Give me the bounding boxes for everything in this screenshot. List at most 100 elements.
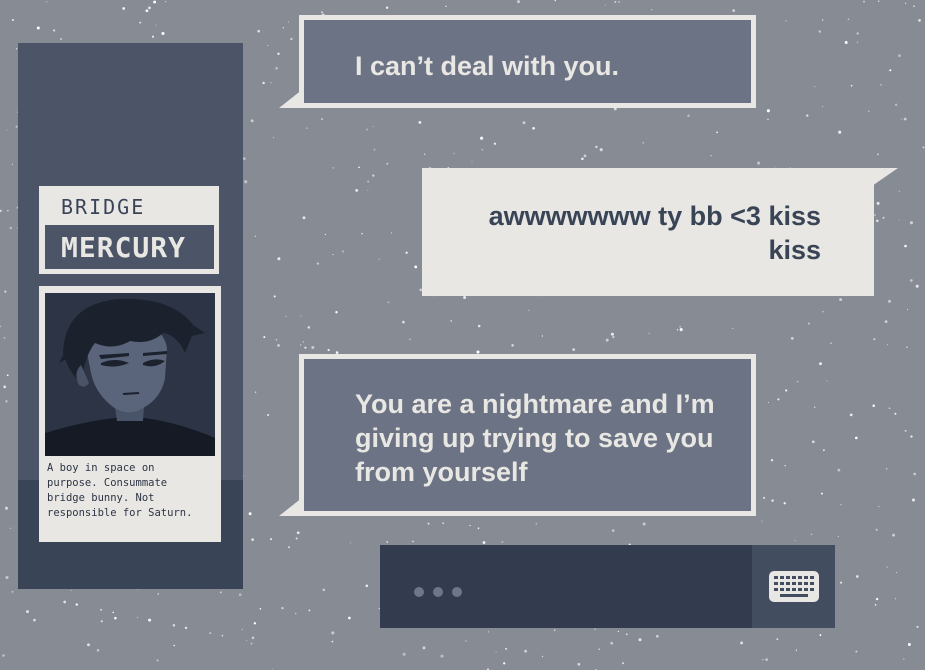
star-dot (679, 326, 681, 328)
star-dot (358, 166, 360, 169)
star-dot (100, 620, 103, 623)
star-dot (285, 315, 287, 318)
star-dot (238, 593, 242, 597)
star-dot (386, 541, 389, 543)
star-dot (114, 616, 117, 620)
star-dot (795, 649, 798, 651)
star-dot (321, 11, 323, 13)
star-dot (898, 219, 900, 221)
star-dot (6, 129, 8, 131)
star-dot (687, 114, 690, 117)
star-dot (36, 26, 40, 30)
star-dot (906, 308, 909, 311)
star-dot (365, 128, 368, 131)
star-dot (642, 142, 644, 144)
star-dot (251, 636, 255, 640)
star-dot (308, 609, 311, 612)
star-dot (332, 167, 335, 169)
star-dot (139, 21, 142, 24)
star-dot (367, 180, 370, 183)
star-dot (876, 201, 880, 205)
character-portrait (45, 293, 215, 456)
star-dot (900, 118, 903, 120)
star-dot (876, 153, 879, 156)
star-dot (605, 338, 609, 342)
typing-dot (452, 587, 462, 597)
star-dot (157, 593, 159, 595)
star-dot (625, 633, 628, 636)
star-dot (838, 130, 842, 134)
star-dot (882, 216, 885, 219)
star-dot (263, 336, 266, 339)
star-dot (402, 320, 405, 324)
star-dot (898, 54, 901, 58)
star-dot (618, 1, 620, 3)
player-message-text: awwwwwww ty bb <3 kiss kiss (488, 201, 821, 265)
bubble-tail (279, 89, 303, 108)
star-dot (246, 640, 248, 642)
npc-message-bubble: I can’t deal with you. (299, 15, 756, 108)
profile-panel: BRIDGE MERCURY A boy in space on purpose… (18, 43, 243, 589)
star-dot (790, 337, 794, 340)
character-name: MERCURY (61, 231, 187, 264)
star-dot (463, 296, 467, 299)
star-dot (821, 106, 824, 108)
star-dot (60, 38, 62, 40)
star-dot (766, 109, 770, 113)
star-dot (412, 540, 414, 543)
star-dot (405, 251, 408, 254)
star-dot (581, 157, 584, 161)
star-dot (826, 380, 828, 382)
star-dot (638, 638, 642, 642)
star-dot (767, 118, 769, 121)
star-dot (849, 413, 853, 417)
star-dot (854, 436, 858, 440)
star-dot (820, 492, 823, 495)
typing-dot (433, 587, 443, 597)
star-dot (874, 214, 876, 216)
star-dot (145, 9, 149, 13)
star-dot (889, 69, 892, 72)
star-dot (409, 338, 411, 340)
star-dot (4, 506, 9, 510)
star-dot (6, 374, 9, 377)
star-dot (554, 0, 556, 2)
star-dot (610, 641, 614, 645)
star-dot (840, 581, 843, 584)
star-dot (535, 523, 537, 525)
star-dot (495, 651, 497, 653)
star-dot (172, 624, 176, 627)
star-dot (894, 412, 897, 415)
star-dot (896, 572, 898, 574)
star-dot (296, 531, 300, 535)
star-dot (487, 631, 490, 633)
star-dot (148, 6, 151, 10)
keyboard-button[interactable] (752, 545, 835, 628)
star-dot (904, 244, 907, 248)
star-dot (621, 662, 625, 665)
star-dot (880, 84, 882, 86)
star-dot (96, 648, 100, 652)
star-dot (332, 254, 334, 256)
star-dot (541, 335, 544, 337)
star-dot (909, 279, 913, 282)
star-dot (5, 400, 8, 403)
player-message-bubble: awwwwwww ty bb <3 kiss kiss (422, 168, 874, 296)
star-dot (294, 612, 297, 615)
star-dot (819, 634, 822, 637)
star-dot (53, 29, 56, 32)
star-dot (532, 127, 535, 130)
star-dot (874, 604, 877, 606)
name-plate: MERCURY (45, 225, 214, 269)
star-dot (367, 189, 369, 191)
star-dot (320, 117, 324, 121)
star-dot (528, 309, 530, 311)
star-dot (63, 600, 67, 604)
bubble-tail (279, 497, 303, 516)
star-dot (818, 30, 822, 33)
star-dot (327, 348, 330, 352)
star-dot (316, 262, 320, 265)
star-dot (884, 320, 888, 323)
star-dot (840, 504, 842, 506)
star-dot (290, 37, 293, 41)
